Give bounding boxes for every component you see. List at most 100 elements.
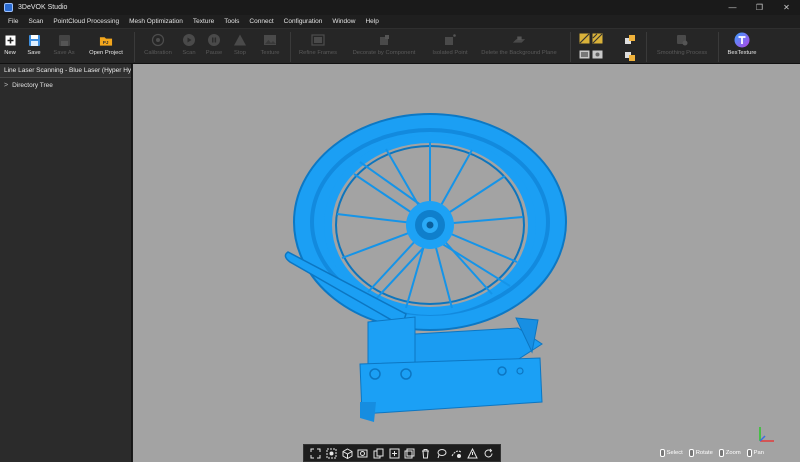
minimize-button[interactable]: — <box>719 0 746 15</box>
shading-mode-icon[interactable] <box>592 33 603 46</box>
menu-bar: File Scan PointCloud Processing Mesh Opt… <box>0 15 800 28</box>
smoothing-process-label: Smoothing Process <box>656 50 708 56</box>
save-as-button[interactable]: Save As <box>51 31 77 63</box>
open-project-label: Open Project <box>89 50 123 56</box>
stop-triangle-icon <box>233 33 247 47</box>
fit-view-icon[interactable] <box>310 448 321 459</box>
menu-help[interactable]: Help <box>360 15 383 28</box>
menu-configuration[interactable]: Configuration <box>279 15 328 28</box>
view-options-group <box>578 31 604 63</box>
menu-texture[interactable]: Texture <box>188 15 219 28</box>
calibration-icon <box>151 33 165 47</box>
pause-label: Pause <box>205 50 223 56</box>
save-label: Save <box>27 50 41 56</box>
save-as-label: Save As <box>53 50 75 56</box>
lasso-icon[interactable] <box>436 448 447 459</box>
decorate-by-component-button[interactable]: Decorate by Component <box>346 31 422 63</box>
scan-mode-header: Line Laser Scanning - Blue Laser (Hyper … <box>0 64 131 78</box>
mouse-left-icon <box>659 449 665 457</box>
snapshot-icon[interactable] <box>579 50 590 61</box>
scan-play-icon <box>182 33 196 47</box>
restore-button[interactable]: ❐ <box>746 0 773 15</box>
new-label: New <box>4 50 16 56</box>
view-cube-icon[interactable] <box>342 447 353 459</box>
bestexture-button[interactable]: BesTexture <box>724 31 760 63</box>
directory-tree-label: Directory Tree <box>12 81 53 89</box>
copy-icon[interactable] <box>373 448 384 459</box>
floppy-disk-icon <box>27 33 41 47</box>
menu-window[interactable]: Window <box>327 15 360 28</box>
select-region-icon[interactable] <box>326 448 337 459</box>
isolated-point-button[interactable]: Isolated Point <box>430 31 470 63</box>
hint-rotate: Rotate <box>688 449 713 457</box>
bestexture-logo-icon <box>734 32 750 48</box>
new-file-icon <box>3 33 17 47</box>
texture-label: Texture <box>260 50 280 56</box>
triangle-icon[interactable] <box>467 447 478 459</box>
paste-icon[interactable] <box>389 448 400 459</box>
isolated-point-label: Isolated Point <box>432 50 468 56</box>
region-grow-icon[interactable] <box>451 448 462 459</box>
save-as-icon <box>57 33 71 47</box>
new-button[interactable]: New <box>1 31 19 63</box>
3d-viewport[interactable]: Select Rotate Zoom Pan <box>133 64 800 462</box>
chevron-right-icon[interactable]: > <box>4 82 8 89</box>
menu-tools[interactable]: Tools <box>219 15 244 28</box>
svg-text:PJ: PJ <box>103 40 109 45</box>
screen-record-icon[interactable] <box>592 50 603 61</box>
title-bar: 3DeVOK Studio — ❐ ✕ <box>0 0 800 15</box>
refine-frames-button[interactable]: Refine Frames <box>298 31 338 63</box>
menu-connect[interactable]: Connect <box>244 15 278 28</box>
texture-button[interactable]: Texture <box>258 31 282 63</box>
background-plane-icon <box>512 33 526 47</box>
mouse-right-icon <box>688 449 694 457</box>
toolbar-separator <box>646 32 647 62</box>
hint-pan: Pan <box>746 449 764 457</box>
close-button[interactable]: ✕ <box>773 0 800 15</box>
layer-tools-group <box>622 31 638 63</box>
refresh-icon[interactable] <box>483 448 494 459</box>
folder-project-icon: PJ <box>99 33 113 47</box>
refine-frames-icon <box>311 33 325 47</box>
display-mode-icon[interactable] <box>579 33 590 46</box>
delete-icon[interactable] <box>420 448 431 459</box>
smoothing-process-button[interactable]: Smoothing Process <box>654 31 710 63</box>
axis-gizmo <box>759 427 774 442</box>
mouse-middle-icon <box>746 449 752 457</box>
toolbar-separator <box>570 32 571 62</box>
layers-icon[interactable] <box>404 448 415 459</box>
menu-scan[interactable]: Scan <box>23 15 48 28</box>
menu-mesh-optimization[interactable]: Mesh Optimization <box>124 15 188 28</box>
delete-background-plane-label: Delete the Background Plane <box>481 50 557 56</box>
menu-file[interactable]: File <box>3 15 23 28</box>
app-logo-icon <box>4 3 13 12</box>
refine-frames-label: Refine Frames <box>298 50 337 56</box>
scan-label: Scan <box>182 50 196 56</box>
component-icon <box>377 33 391 47</box>
bestexture-label: BesTexture <box>727 50 757 56</box>
layer-split-icon[interactable] <box>624 51 636 64</box>
isolate-view-icon[interactable] <box>357 448 368 459</box>
toolbar-separator <box>134 32 135 62</box>
open-project-button[interactable]: PJ Open Project <box>86 31 126 63</box>
hint-select: Select <box>659 449 683 457</box>
hint-zoom: Zoom <box>718 449 741 457</box>
scan-button[interactable]: Scan <box>180 31 198 63</box>
save-button[interactable]: Save <box>24 31 44 63</box>
decorate-by-component-label: Decorate by Component <box>352 50 416 56</box>
pause-button[interactable]: Pause <box>205 31 223 63</box>
delete-background-plane-button[interactable]: Delete the Background Plane <box>478 31 560 63</box>
directory-tree-item[interactable]: > Directory Tree <box>0 78 131 92</box>
window-controls: — ❐ ✕ <box>719 0 800 15</box>
stop-label: Stop <box>234 50 246 56</box>
scanned-motorcycle-wheel-model <box>284 113 567 422</box>
project-panel: Line Laser Scanning - Blue Laser (Hyper … <box>0 64 132 462</box>
stop-button[interactable]: Stop <box>231 31 249 63</box>
mouse-hints: Select Rotate Zoom Pan <box>659 449 764 457</box>
isolated-point-icon <box>443 33 457 47</box>
menu-pointcloud-processing[interactable]: PointCloud Processing <box>48 15 124 28</box>
layer-merge-icon[interactable] <box>624 34 636 47</box>
pause-icon <box>207 33 221 47</box>
calibration-button[interactable]: Calibration <box>143 31 173 63</box>
texture-image-icon <box>263 33 277 47</box>
